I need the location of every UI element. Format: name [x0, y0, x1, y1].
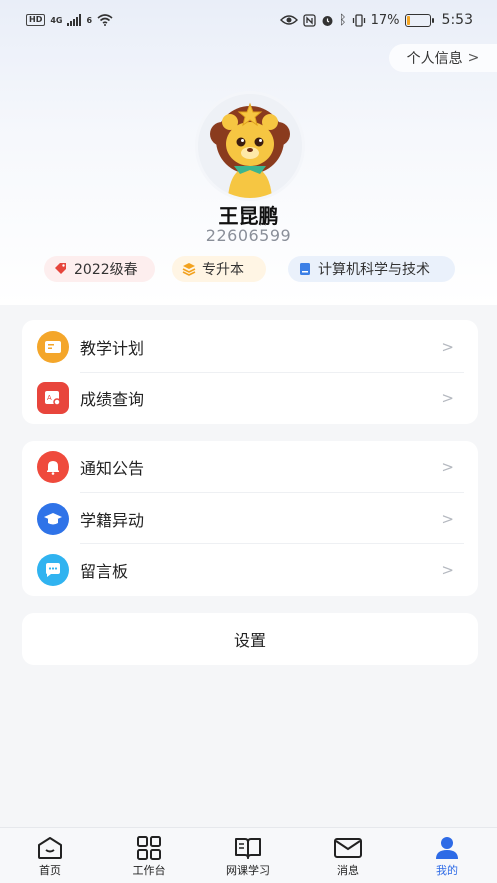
- grid-icon: [137, 836, 161, 860]
- menu-item-label: 留言板: [80, 561, 129, 581]
- lion-mascot-icon: [198, 94, 302, 198]
- menu-item-label: 成绩查询: [80, 389, 145, 409]
- user-name: 王昆鹏: [218, 204, 279, 228]
- clock: 5:53: [441, 12, 473, 28]
- tab-label: 工作台: [132, 864, 166, 877]
- chat-icon: [37, 553, 69, 586]
- student-id: 22606599: [205, 226, 292, 245]
- grade-tag: 2022级春: [44, 256, 155, 282]
- chevron-right-icon: >: [441, 560, 454, 579]
- tab-workbench[interactable]: 工作台: [109, 828, 189, 883]
- personal-info-label: 个人信息: [406, 51, 463, 67]
- svg-text:A: A: [47, 395, 52, 402]
- layers-icon: [182, 263, 196, 276]
- personal-info-button[interactable]: 个人信息 >: [389, 44, 497, 72]
- menu-item-label: 通知公告: [80, 458, 145, 478]
- settings-button[interactable]: 设置: [22, 613, 478, 665]
- battery-level: [406, 15, 411, 25]
- tab-label: 首页: [39, 864, 61, 877]
- network-type: 4G: [50, 15, 63, 25]
- chevron-right-icon: >: [441, 509, 454, 528]
- menu-item-notices[interactable]: 通知公告 >: [22, 441, 478, 492]
- vibrate-icon: [352, 13, 365, 27]
- tag-icon: [55, 263, 66, 274]
- tab-label: 我的: [436, 864, 458, 877]
- eye-icon: [279, 15, 298, 25]
- info-menu-card: 通知公告 > 学籍异动 > 留言板 >: [22, 441, 478, 596]
- bluetooth-icon: ᛒ: [338, 12, 347, 28]
- book-small-icon: [300, 263, 310, 275]
- person-icon: [436, 837, 458, 859]
- menu-item-status-change[interactable]: 学籍异动 >: [22, 493, 478, 544]
- menu-item-label: 学籍异动: [80, 510, 145, 530]
- settings-label: 设置: [233, 631, 266, 650]
- status-bar: HD 4G 6 ᛒ 17% 5:53: [0, 0, 497, 40]
- chevron-right-icon: >: [441, 337, 454, 356]
- alarm-icon: [322, 15, 333, 26]
- battery-icon: [404, 13, 434, 27]
- nfc-icon: [303, 13, 316, 27]
- chevron-right-icon: >: [441, 388, 454, 407]
- level-tag-label: 专升本: [202, 262, 244, 278]
- tab-messages[interactable]: 消息: [308, 828, 388, 883]
- level-tag: 专升本: [172, 256, 266, 282]
- chevron-right-icon: >: [441, 457, 454, 476]
- home-icon: [38, 837, 62, 859]
- menu-item-teaching-plan[interactable]: 教学计划 >: [22, 321, 478, 372]
- grade-icon: A: [37, 381, 69, 414]
- tab-label: 网课学习: [226, 864, 270, 877]
- book-icon: [235, 838, 261, 859]
- signal-icon: [67, 14, 82, 26]
- wifi-icon: [97, 14, 113, 26]
- chevron-right-icon: >: [467, 50, 480, 66]
- wifi-version: 6: [86, 15, 93, 25]
- grade-tag-label: 2022级春: [74, 262, 138, 278]
- menu-item-grade-query[interactable]: A 成绩查询 >: [22, 372, 478, 423]
- hd-indicator: HD: [26, 14, 46, 26]
- bottom-tab-bar: 首页 工作台 网课学习 消息 我的: [0, 827, 497, 883]
- mail-icon: [334, 838, 362, 858]
- graduation-cap-icon: [37, 502, 69, 535]
- bell-icon: [37, 450, 69, 483]
- battery-percent: 17%: [370, 12, 400, 28]
- menu-item-message-board[interactable]: 留言板 >: [22, 544, 478, 595]
- avatar[interactable]: [195, 91, 305, 201]
- tab-home[interactable]: 首页: [10, 828, 90, 883]
- tab-online-course[interactable]: 网课学习: [208, 828, 288, 883]
- major-tag: 计算机科学与技术: [288, 256, 455, 282]
- menu-item-label: 教学计划: [80, 338, 145, 358]
- tab-mine[interactable]: 我的: [407, 828, 487, 883]
- academic-menu-card: 教学计划 > A 成绩查询 >: [22, 320, 478, 424]
- major-tag-label: 计算机科学与技术: [318, 262, 430, 278]
- tab-label: 消息: [337, 864, 359, 877]
- plan-icon: [37, 330, 69, 363]
